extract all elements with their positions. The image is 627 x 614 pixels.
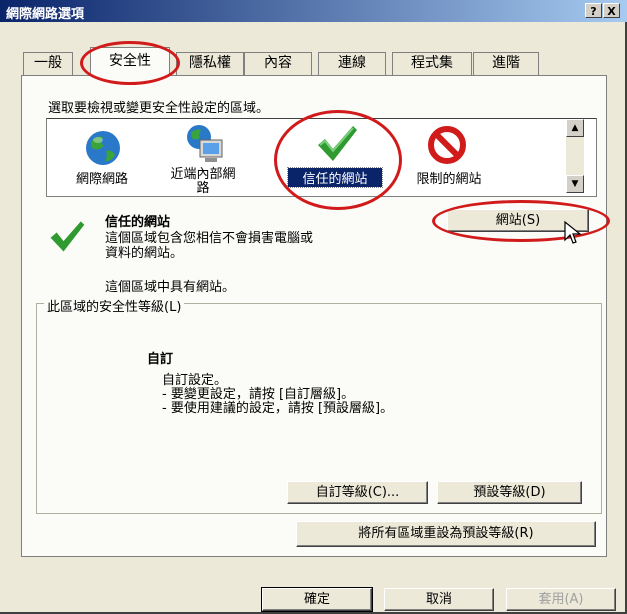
zone-internet[interactable]: 網際網路: [57, 119, 147, 195]
scroll-down-icon[interactable]: ▼: [566, 175, 584, 193]
zone-restricted-sites-label: 限制的網站: [416, 172, 482, 187]
zone-internet-label: 網際網路: [75, 172, 128, 187]
title-bar: 網際網路選項 ? X: [0, 0, 627, 22]
tab-content[interactable]: 內容: [244, 52, 312, 75]
mouse-cursor-icon: [564, 220, 582, 244]
scroll-up-icon[interactable]: ▲: [566, 119, 584, 137]
window-title: 網際網路選項: [6, 7, 85, 22]
cancel-button[interactable]: 取消: [384, 588, 494, 611]
zone-local-intranet-label-line2: 路: [196, 181, 210, 196]
custom-level-button[interactable]: 自訂等級(C)...: [287, 481, 428, 504]
tab-connections[interactable]: 連線: [318, 52, 386, 75]
zone-local-intranet-label-line1: 近端內部網: [170, 167, 236, 182]
selected-zone-description-line1: 這個區域包含您相信不會損害電腦或: [105, 231, 314, 246]
globe-icon: [86, 131, 120, 165]
tab-general[interactable]: 一般: [23, 52, 73, 75]
selected-zone-check-icon: [50, 221, 85, 252]
zone-list[interactable]: 網際網路 近端內部網 路 信任的網站 限制的網站: [46, 118, 597, 197]
tab-security[interactable]: 安全性: [90, 47, 170, 76]
help-button[interactable]: ?: [585, 3, 602, 18]
security-level-line3: - 要使用建議的設定，請按 [預設層級]。: [162, 401, 394, 416]
apply-button[interactable]: 套用(A): [506, 588, 616, 611]
default-level-button[interactable]: 預設等級(D): [437, 481, 582, 504]
tab-advanced[interactable]: 進階: [473, 52, 539, 75]
reset-all-zones-button[interactable]: 將所有區域重設為預設等級(R): [296, 521, 596, 547]
tab-privacy[interactable]: 隱私權: [176, 52, 244, 75]
zone-restricted-sites[interactable]: 限制的網站: [399, 119, 499, 195]
checkmark-icon: [318, 126, 357, 161]
computer-icon: [187, 125, 223, 162]
no-entry-icon: [428, 126, 466, 164]
zone-local-intranet-label: 近端內部網 路: [153, 168, 253, 196]
selected-zone-sites-note: 這個區域中具有網站。: [105, 280, 236, 295]
zone-trusted-sites[interactable]: 信任的網站: [285, 119, 385, 195]
tab-programs[interactable]: 程式集: [392, 52, 472, 75]
zone-list-scrollbar[interactable]: ▲ ▼: [566, 119, 584, 193]
security-level-line2: - 要變更設定，請按 [自訂層級]。: [162, 387, 355, 402]
security-level-group-title: 此區域的安全性等級(L): [44, 296, 185, 315]
security-level-name: 自訂: [147, 352, 174, 367]
selected-zone-description-line2: 資料的網站。: [105, 246, 184, 261]
zone-trusted-sites-label: 信任的網站: [287, 167, 383, 188]
internet-options-dialog: 網際網路選項 ? X 一般 安全性 隱私權 內容 連線 程式集 進階 選取要檢視…: [0, 0, 627, 614]
close-button[interactable]: X: [603, 3, 620, 18]
selected-zone-name: 信任的網站: [105, 215, 171, 230]
zone-local-intranet[interactable]: 近端內部網 路: [153, 119, 253, 196]
zone-prompt: 選取要檢視或變更安全性設定的區域。: [48, 101, 270, 116]
security-level-line1: 自訂設定。: [162, 373, 228, 388]
ok-button[interactable]: 確定: [261, 587, 373, 612]
